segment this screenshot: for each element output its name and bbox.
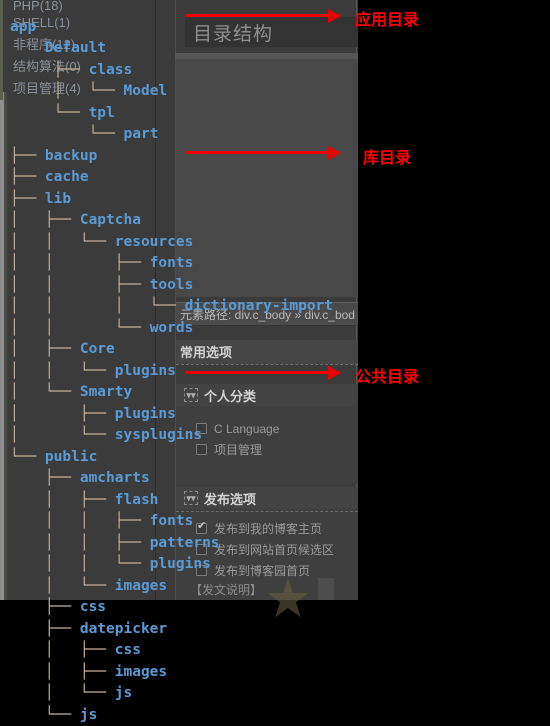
annotation-label-2: 库目录: [363, 144, 411, 168]
annotation-arrow-3: [185, 371, 340, 374]
annotation-arrow-2: [185, 151, 340, 154]
annotation-label-3: 公共目录: [355, 363, 419, 387]
annotation-arrow-1: [185, 14, 340, 17]
annotation-label-1: 应用目录: [355, 6, 419, 30]
sidebar-item-php[interactable]: PHP(18): [0, 0, 78, 12]
